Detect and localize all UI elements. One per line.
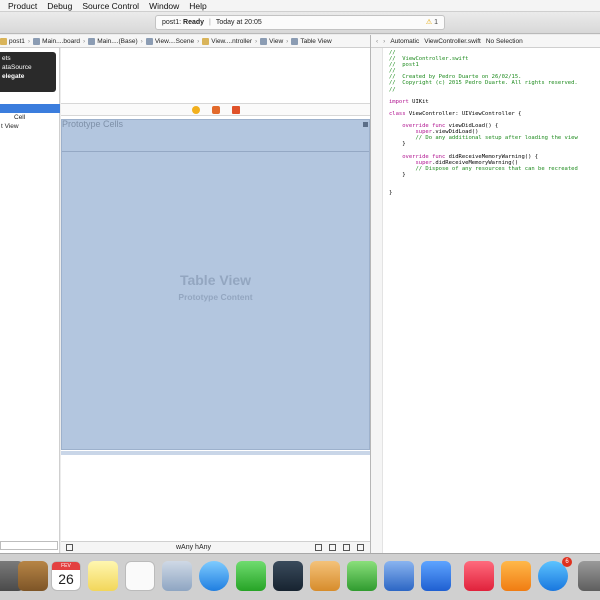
back-arrow-icon[interactable]: ‹ [376,38,378,45]
popup-item-datasource[interactable]: ataSource [0,63,56,72]
exit-icon[interactable] [231,105,240,114]
photo-booth-icon[interactable] [273,561,303,591]
cell-handle-icon [363,122,368,127]
facetime-icon[interactable] [236,561,266,591]
toolbar: post1: Ready | Today at 20:05 ⚠ 1 [0,12,600,34]
resize-icon[interactable] [357,544,364,551]
outline-filter-input[interactable] [0,541,58,550]
status-state: Ready [183,19,205,26]
calendar-icon[interactable]: FEV 26 [51,561,81,591]
code-line[interactable]: // Copyright (c) 2015 Pedro Duarte. All … [389,80,578,86]
table-view-footer-strip [61,451,370,455]
crumb-base[interactable]: Main....(Base) › [88,37,143,45]
outline-selected-row[interactable] [0,104,60,113]
view-icon [260,37,268,45]
forward-arrow-icon[interactable]: › [383,38,385,45]
jump-bar-storyboard: post1 › Main....board › Main....(Base) › Vi… [0,35,370,48]
jump-bar-assistant: ‹ › Automatic ViewController.swift No Se… [371,35,600,48]
chevron-right-icon: › [286,37,289,45]
pages-icon[interactable] [310,561,340,591]
calendar-month: FEV [52,562,80,570]
chevron-right-icon: › [197,37,200,45]
notes-icon[interactable] [88,561,118,591]
assistant-code-editor[interactable]: //// ViewController.swift// post1//// Cr… [371,48,600,553]
folder-icon [0,37,7,45]
numbers-icon[interactable] [347,561,377,591]
menu-source-control[interactable]: Source Control [82,1,139,11]
code-line[interactable]: // Dispose of any resources that can be … [389,166,578,172]
keynote-icon[interactable] [384,561,414,591]
table-view[interactable]: Prototype Cells Table View Prototype Con… [61,119,370,450]
view-controller-icon [202,37,210,45]
menu-product[interactable]: Product [8,1,37,11]
align-icon[interactable] [315,544,322,551]
status-project: post1: [162,19,182,26]
crumb-scene[interactable]: View....Scene › [145,37,200,45]
system-preferences-icon[interactable] [578,561,600,591]
calendar-day: 26 [58,571,74,587]
storyboard-icon [33,37,41,45]
storyboard-icon [88,37,96,45]
outline-row-view[interactable]: t View [0,123,19,131]
menu-help[interactable]: Help [189,1,206,11]
outline-toggle-icon[interactable] [66,544,73,551]
resolve-icon[interactable] [343,544,350,551]
scene-dock [61,103,370,116]
connections-popup: ets ataSource elegate [0,52,56,92]
chevron-right-icon: › [27,37,31,45]
menu-window[interactable]: Window [149,1,179,11]
crumb-view[interactable]: View › [260,37,289,45]
warning-icon: ⚠ [425,19,433,26]
pin-icon[interactable] [329,544,336,551]
document-outline: ets ataSource elegate Cell t View [0,48,60,553]
crumb-controller[interactable]: View....ntroller › [202,37,258,45]
preview-icon[interactable] [162,561,192,591]
chevron-right-icon: › [140,37,143,45]
table-view-title: Table View [179,272,252,288]
itunes-icon[interactable] [464,561,494,591]
code-line[interactable]: // Do any additional setup after loading… [389,135,578,141]
menu-debug[interactable]: Debug [47,1,72,11]
warning-indicator[interactable]: ⚠ 1 [426,18,438,26]
scene-icon [145,37,153,45]
source-code[interactable]: //// ViewController.swift// post1//// Cr… [389,50,578,196]
crumb-storyboard[interactable]: Main....board › [33,37,86,45]
storyboard-canvas[interactable]: Prototype Cells Table View Prototype Con… [61,48,370,553]
view-controller-icon[interactable] [191,105,200,114]
status-time: Today at 20:05 [215,19,262,26]
dock: FEV 26 6 [0,553,600,600]
line-gutter[interactable] [371,48,383,553]
menu-bar: Product Debug Source Control Window Help [0,0,600,12]
reminders-icon[interactable] [125,561,155,591]
contacts-icon[interactable] [18,561,48,591]
app-store-badge: 6 [562,557,572,567]
popup-item-delegate[interactable]: elegate [0,72,56,81]
automatic-mode[interactable]: Automatic [390,38,419,45]
table-view-subtitle: Prototype Content [178,292,253,302]
crumb-table-view[interactable]: Table View [291,37,332,45]
xcode-icon[interactable] [421,561,451,591]
code-line[interactable]: } [389,190,578,196]
status-separator: | [209,19,211,26]
first-responder-icon[interactable] [211,105,220,114]
activity-status: post1: Ready | Today at 20:05 ⚠ 1 [155,15,445,30]
outline-row-cell[interactable]: Cell [0,114,25,122]
size-class-control[interactable]: wAny hAny [176,544,211,551]
table-view-icon [291,37,299,45]
prototype-cells-header[interactable]: Prototype Cells [62,119,369,152]
warning-count: 1 [434,19,438,26]
messages-icon[interactable] [199,561,229,591]
assistant-file[interactable]: ViewController.swift [424,38,481,45]
popup-item-outlets[interactable]: ets [0,54,56,63]
crumb-project[interactable]: post1 › [0,37,31,45]
chevron-right-icon: › [83,37,86,45]
chevron-right-icon: › [255,37,258,45]
canvas-footer: wAny hAny [61,541,370,553]
ibooks-icon[interactable] [501,561,531,591]
assistant-selection[interactable]: No Selection [486,38,523,45]
